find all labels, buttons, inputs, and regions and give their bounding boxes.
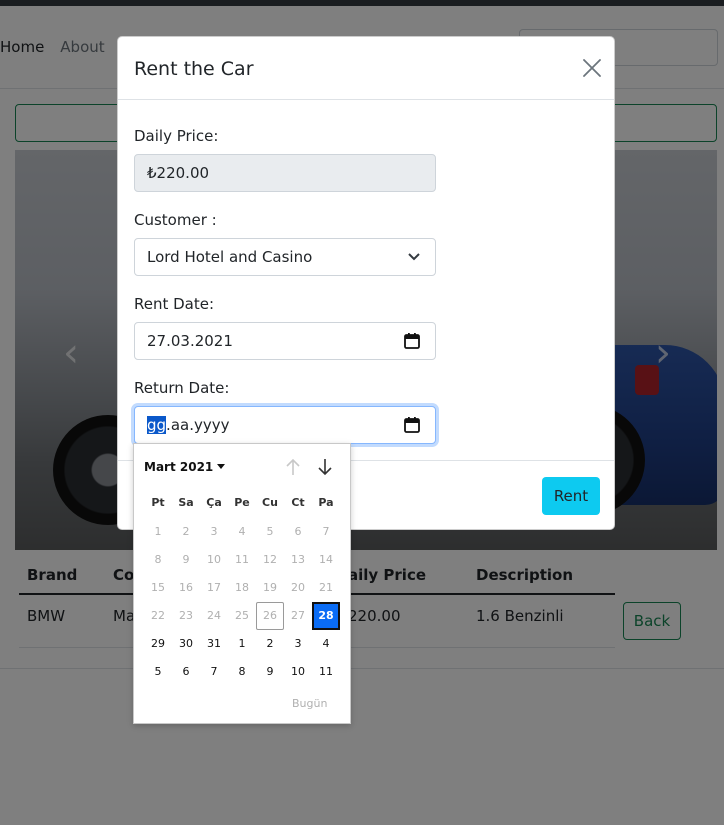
- calendar-day: 25: [235, 609, 249, 622]
- return-date-input[interactable]: gg .aa.yyyy: [134, 406, 436, 444]
- calendar-day: 16: [179, 581, 193, 594]
- calendar-day[interactable]: 7: [200, 658, 228, 686]
- calendar-day[interactable]: 29: [144, 630, 172, 658]
- calendar-day[interactable]: 30: [172, 630, 200, 658]
- caret-down-icon: [217, 464, 226, 469]
- calendar-day[interactable]: 1: [228, 630, 256, 658]
- calendar-day: 20: [291, 581, 305, 594]
- calendar-day: 19: [263, 581, 277, 594]
- calendar-week-row: 22 23 24 25 26 27 28: [144, 602, 340, 630]
- calendar-day[interactable]: 2: [256, 630, 284, 658]
- calendar-week-row: 15 16 17 18 19 20 21: [144, 574, 340, 602]
- date-picker-popup: Mart 2021 Pt Sa Ça Pe Cu Ct Pa 1 2 3 4 5…: [133, 443, 351, 724]
- calendar-day: 21: [319, 581, 333, 594]
- weekday-label: Cu: [262, 496, 278, 509]
- calendar-day[interactable]: 6: [172, 658, 200, 686]
- calendar-day[interactable]: 10: [284, 658, 312, 686]
- calendar-day: 27: [291, 609, 305, 622]
- calendar-day: 14: [319, 553, 333, 566]
- calendar-day[interactable]: 8: [228, 658, 256, 686]
- calendar-day: 12: [263, 553, 277, 566]
- calendar-day-selected[interactable]: 28: [312, 602, 340, 630]
- next-month-arrow-icon[interactable]: [316, 457, 334, 481]
- previous-month-arrow-icon[interactable]: [284, 457, 302, 481]
- calendar-week-row: 29 30 31 1 2 3 4: [144, 630, 340, 658]
- calendar-day: 17: [207, 581, 221, 594]
- calendar-day: 10: [207, 553, 221, 566]
- rent-button[interactable]: Rent: [542, 477, 600, 515]
- calendar-day[interactable]: 31: [200, 630, 228, 658]
- calendar-day: 8: [154, 553, 162, 566]
- daily-price-label: Daily Price:: [134, 127, 219, 145]
- calendar-day: 18: [235, 581, 249, 594]
- calendar-day: 2: [182, 525, 190, 538]
- close-icon[interactable]: [578, 54, 606, 82]
- weekday-label: Sa: [178, 496, 194, 509]
- calendar-day[interactable]: 5: [144, 658, 172, 686]
- calendar-week-row: 5 6 7 8 9 10 11: [144, 658, 340, 686]
- rent-date-label: Rent Date:: [134, 295, 215, 313]
- month-year-label: Mart 2021: [144, 460, 214, 474]
- calendar-day[interactable]: 11: [312, 658, 340, 686]
- weekday-header-row: Pt Sa Ça Pe Cu Ct Pa: [144, 496, 340, 509]
- customer-label: Customer :: [134, 211, 217, 229]
- calendar-day: 23: [179, 609, 193, 622]
- calendar-week-row: 8 9 10 11 12 13 14: [144, 546, 340, 574]
- calendar-day: 1: [154, 525, 162, 538]
- daily-price-value: ₺220.00: [147, 164, 210, 182]
- calendar-day: 13: [291, 553, 305, 566]
- return-date-label: Return Date:: [134, 379, 230, 397]
- daily-price-field: ₺220.00: [134, 154, 436, 192]
- calendar-day[interactable]: 3: [284, 630, 312, 658]
- calendar-week-row: 1 2 3 4 5 6 7: [144, 518, 340, 546]
- calendar-icon[interactable]: [403, 332, 421, 350]
- weekday-label: Ct: [291, 496, 305, 509]
- calendar-day-today: 26: [256, 602, 284, 630]
- weekday-label: Pe: [234, 496, 250, 509]
- rent-date-input[interactable]: 27.03.2021: [134, 322, 436, 360]
- customer-select-value: Lord Hotel and Casino: [147, 248, 313, 266]
- calendar-day[interactable]: 4: [312, 630, 340, 658]
- weekday-label: Ça: [206, 496, 222, 509]
- calendar-day: 22: [151, 609, 165, 622]
- calendar-day: 9: [182, 553, 190, 566]
- modal-header: Rent the Car: [118, 37, 614, 100]
- month-year-dropdown[interactable]: Mart 2021: [144, 460, 226, 474]
- calendar-day: 15: [151, 581, 165, 594]
- today-button[interactable]: Bugün: [292, 697, 327, 710]
- modal-title: Rent the Car: [134, 58, 254, 80]
- calendar-day: 4: [238, 525, 246, 538]
- calendar-day[interactable]: 9: [256, 658, 284, 686]
- calendar-day: 7: [322, 525, 330, 538]
- return-date-placeholder: .aa.yyyy: [166, 416, 230, 434]
- calendar-icon[interactable]: [403, 416, 421, 434]
- calendar-day: 6: [294, 525, 302, 538]
- return-date-day-segment[interactable]: gg: [147, 416, 167, 434]
- weekday-label: Pa: [318, 496, 334, 509]
- calendar-day: 24: [207, 609, 221, 622]
- chevron-down-icon: [407, 252, 421, 262]
- calendar-day: 3: [210, 525, 218, 538]
- calendar-day: 5: [266, 525, 274, 538]
- weekday-label: Pt: [151, 496, 165, 509]
- rent-date-value: 27.03.2021: [147, 332, 233, 350]
- calendar-day: 11: [235, 553, 249, 566]
- customer-select[interactable]: Lord Hotel and Casino: [134, 238, 436, 276]
